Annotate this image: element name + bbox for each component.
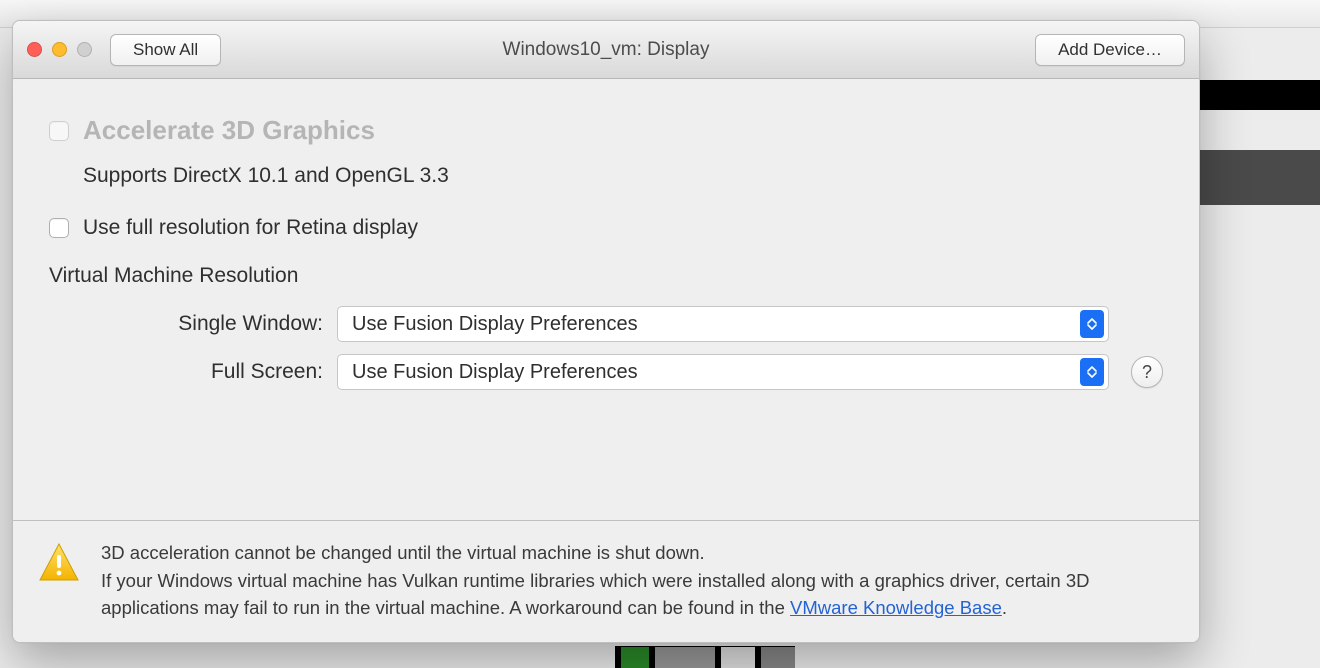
add-device-label: Add Device… (1058, 40, 1162, 60)
single-window-row: Single Window: Use Fusion Display Prefer… (73, 306, 1163, 342)
help-icon: ? (1142, 362, 1152, 383)
background-dark-strip (1200, 80, 1320, 110)
footer-text: 3D acceleration cannot be changed until … (101, 539, 1175, 622)
chevron-up-down-icon (1080, 310, 1104, 338)
accelerate-3d-support-text: Supports DirectX 10.1 and OpenGL 3.3 (83, 164, 1163, 188)
full-screen-value: Use Fusion Display Preferences (352, 361, 638, 384)
background-dark-strip-2 (1200, 150, 1320, 205)
accelerate-3d-row: Accelerate 3D Graphics (49, 115, 1163, 146)
accelerate-3d-checkbox (49, 121, 69, 141)
warning-icon (37, 541, 81, 585)
show-all-button[interactable]: Show All (110, 34, 221, 66)
help-button[interactable]: ? (1131, 356, 1163, 388)
retina-checkbox[interactable] (49, 218, 69, 238)
zoom-icon (77, 42, 92, 57)
footer-line1: 3D acceleration cannot be changed until … (101, 542, 705, 563)
kb-link[interactable]: VMware Knowledge Base (790, 597, 1002, 618)
single-window-value: Use Fusion Display Preferences (352, 313, 638, 336)
full-screen-select[interactable]: Use Fusion Display Preferences (337, 354, 1109, 390)
vm-resolution-form: Single Window: Use Fusion Display Prefer… (49, 306, 1163, 390)
traffic-lights (27, 42, 92, 57)
accelerate-3d-label: Accelerate 3D Graphics (83, 115, 375, 146)
minimize-icon[interactable] (52, 42, 67, 57)
single-window-select[interactable]: Use Fusion Display Preferences (337, 306, 1109, 342)
close-icon[interactable] (27, 42, 42, 57)
full-screen-row: Full Screen: Use Fusion Display Preferen… (73, 354, 1163, 390)
retina-label: Use full resolution for Retina display (83, 216, 418, 240)
vm-resolution-heading: Virtual Machine Resolution (49, 264, 1163, 288)
footer-line2b: . (1002, 597, 1007, 618)
settings-body: Accelerate 3D Graphics Supports DirectX … (13, 79, 1199, 520)
retina-row: Use full resolution for Retina display (49, 216, 1163, 240)
single-window-label: Single Window: (73, 312, 323, 336)
chevron-up-down-icon (1080, 358, 1104, 386)
titlebar: Show All Windows10_vm: Display Add Devic… (13, 21, 1199, 79)
show-all-label: Show All (133, 40, 198, 60)
background-thumbnail (615, 646, 795, 668)
add-device-button[interactable]: Add Device… (1035, 34, 1185, 66)
settings-window: Show All Windows10_vm: Display Add Devic… (12, 20, 1200, 643)
footer: 3D acceleration cannot be changed until … (13, 520, 1199, 642)
full-screen-label: Full Screen: (73, 360, 323, 384)
